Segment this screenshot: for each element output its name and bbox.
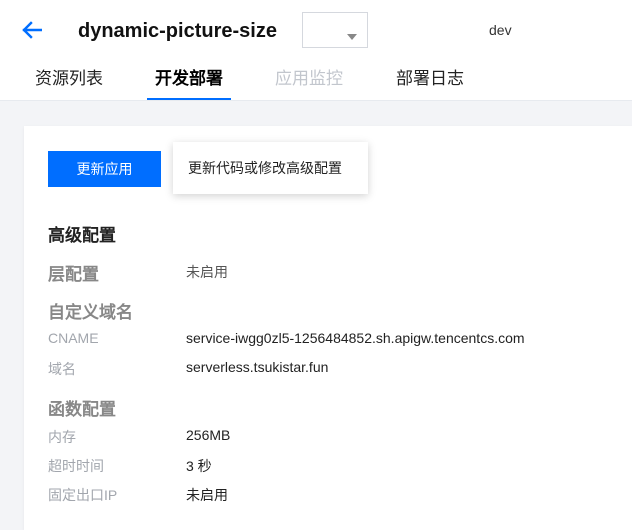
cname-value: service-iwgg0zl5-1256484852.sh.apigw.ten…: [186, 330, 525, 346]
tab-app-monitor: 应用监控: [275, 62, 343, 100]
fixed-egress-ip-label: 固定出口IP: [48, 487, 118, 503]
function-config-title: 函数配置: [48, 400, 116, 419]
timeout-value: 3 秒: [186, 458, 212, 474]
tab-deploy-log[interactable]: 部署日志: [396, 62, 464, 100]
environment-select[interactable]: dev: [302, 12, 512, 48]
layer-config-title: 层配置: [48, 265, 99, 284]
caret-down-icon: [347, 27, 357, 45]
cname-label: CNAME: [48, 330, 99, 346]
active-tab-indicator: [147, 98, 231, 100]
update-app-button[interactable]: 更新应用: [48, 151, 161, 187]
domain-label: 域名: [48, 361, 76, 377]
custom-domain-title: 自定义域名: [48, 303, 133, 322]
tab-label: 应用监控: [275, 69, 343, 88]
update-tooltip: 更新代码或修改高级配置: [173, 142, 368, 194]
environment-value: dev: [489, 22, 512, 38]
tab-label: 资源列表: [35, 69, 103, 88]
arrow-left-icon: [22, 20, 43, 44]
domain-value: serverless.tsukistar.fun: [186, 359, 329, 375]
back-button[interactable]: [18, 18, 46, 46]
tab-label: 开发部署: [155, 69, 223, 88]
tab-bar: 资源列表 开发部署 应用监控 部署日志: [0, 62, 632, 100]
tab-dev-deploy[interactable]: 开发部署: [147, 62, 231, 100]
fixed-egress-ip-value: 未启用: [186, 487, 228, 503]
layer-config-value: 未启用: [186, 264, 228, 280]
top-header: dynamic-picture-size dev 资源列表 开发部署 应用监控 …: [0, 0, 632, 101]
tab-resource-list[interactable]: 资源列表: [35, 62, 103, 100]
app-title: dynamic-picture-size: [78, 20, 277, 42]
memory-value: 256MB: [186, 427, 231, 443]
tab-label: 部署日志: [396, 69, 464, 88]
timeout-label: 超时时间: [48, 458, 104, 474]
advanced-config-title: 高级配置: [48, 226, 116, 245]
memory-label: 内存: [48, 429, 76, 445]
